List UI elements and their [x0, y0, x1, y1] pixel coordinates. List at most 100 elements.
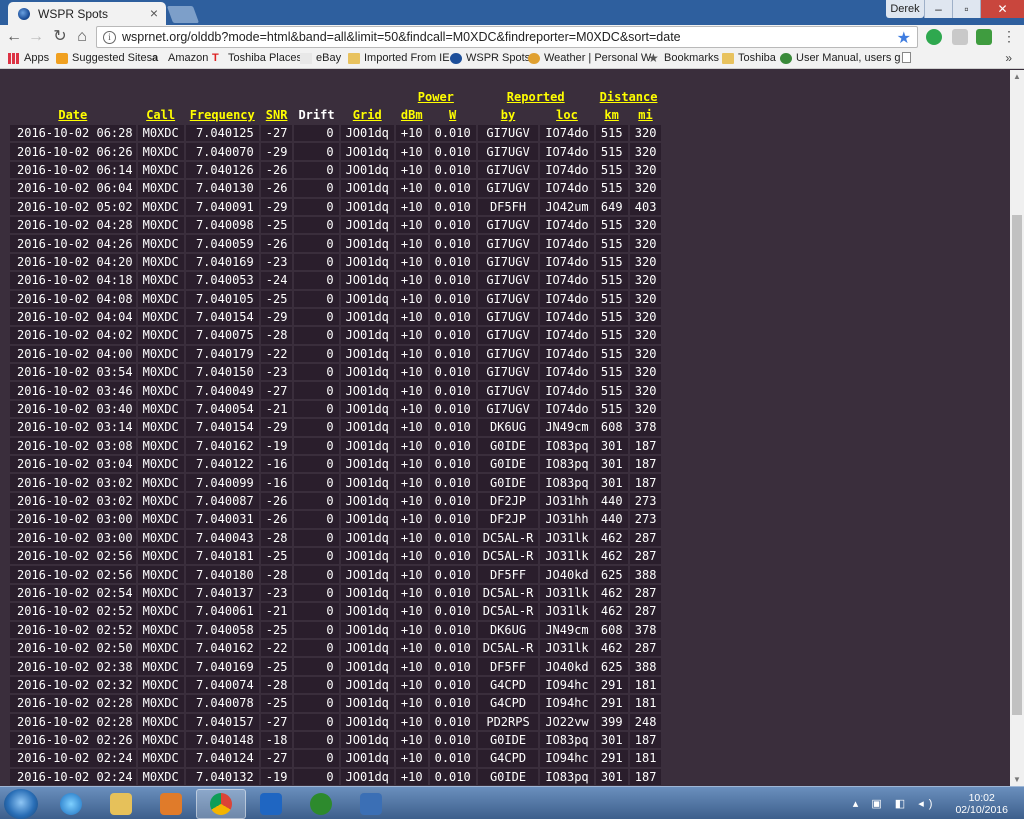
w-cell: 0.010 [429, 768, 476, 786]
taskbar-outlook[interactable] [246, 789, 296, 819]
w-cell: 0.010 [429, 566, 476, 583]
dbm-cell: +10 [395, 731, 428, 749]
profile-button[interactable]: Derek [886, 0, 924, 18]
snr-cell: -28 [260, 529, 293, 546]
tab-wspr-spots[interactable]: WSPR Spots × [8, 2, 166, 25]
reporter-by-column-header[interactable]: by [478, 107, 539, 123]
extension-save-icon[interactable] [976, 29, 992, 45]
page-info-icon[interactable]: i [103, 30, 116, 44]
snr-column-header[interactable]: SNR [261, 107, 293, 123]
taskbar-media-player[interactable] [146, 789, 196, 819]
taskbar-chrome[interactable] [196, 789, 246, 819]
bookmark-folder[interactable]: Imported From IE [348, 52, 450, 64]
extension-refresh-icon[interactable] [926, 29, 942, 45]
date-cell: 2016-10-02 04:20 [10, 253, 136, 271]
km-cell: 515 [595, 235, 628, 252]
km-cell: 301 [595, 456, 628, 473]
reload-icon[interactable]: ↻ [50, 28, 70, 46]
new-tab-button[interactable] [166, 6, 200, 23]
dbm-column-header[interactable]: dBm [396, 107, 428, 123]
url-text[interactable]: wsprnet.org/olddb?mode=html&band=all&lim… [122, 30, 681, 44]
taskbar-eye-app[interactable] [296, 789, 346, 819]
date-column-header[interactable]: Date [10, 107, 136, 123]
mi-cell: 287 [629, 603, 662, 620]
back-arrow-icon[interactable]: ← [4, 28, 24, 46]
call-cell: M0XDC [137, 768, 184, 786]
km-cell: 625 [595, 658, 628, 675]
reported-group-header[interactable]: Reported [478, 89, 594, 105]
bookmark-item[interactable] [902, 52, 915, 63]
grid-cell: JO01dq [340, 547, 394, 565]
frequency-cell: 7.040124 [185, 750, 259, 767]
bookmark-folder[interactable]: Toshiba [722, 52, 776, 64]
home-icon[interactable]: ⌂ [72, 28, 92, 46]
reporter-cell: GI7UGV [477, 143, 539, 160]
bookmark-item[interactable]: ★ Bookmarks [648, 52, 719, 65]
snr-cell: -26 [260, 492, 293, 510]
scroll-down-arrow-icon[interactable]: ▼ [1013, 775, 1021, 784]
bookmark-item[interactable]: a Amazon [152, 52, 208, 64]
bookmark-apps[interactable]: Apps [8, 52, 49, 64]
address-bar[interactable]: i wsprnet.org/olddb?mode=html&band=all&l… [96, 26, 918, 48]
call-cell: M0XDC [137, 639, 184, 657]
forward-arrow-icon[interactable]: → [26, 28, 46, 46]
km-column-header[interactable]: km [596, 107, 628, 123]
call-column-header[interactable]: Call [138, 107, 184, 123]
dbm-cell: +10 [395, 216, 428, 234]
chrome-menu-icon[interactable]: ⋮ [1002, 29, 1016, 43]
reporter-cell: GI7UGV [477, 272, 539, 289]
scroll-up-arrow-icon[interactable]: ▲ [1013, 72, 1021, 81]
vertical-scrollbar[interactable]: ▲ ▼ [1010, 70, 1024, 786]
table-row: 2016-10-02 02:24 M0XDC 7.040132 -19 0 JO01dq +… [10, 768, 662, 786]
bookmark-item[interactable]: Suggested Sites [56, 52, 152, 64]
power-group-header[interactable]: Power [396, 89, 476, 105]
scrollbar-thumb[interactable] [1012, 215, 1022, 715]
bookmark-item[interactable]: WSPR Spots [450, 52, 530, 64]
bookmark-item[interactable]: eBay [300, 52, 341, 64]
grid-cell: JO01dq [340, 492, 394, 510]
dbm-cell: +10 [395, 621, 428, 638]
bookmark-star-icon[interactable]: ★ [897, 28, 911, 48]
reporter-loc-cell: IO74do [540, 253, 594, 271]
reporter-loc-cell: IO74do [540, 345, 594, 363]
taskbar-internet-explorer[interactable] [46, 789, 96, 819]
extension-notifications-icon[interactable] [952, 29, 968, 45]
toshiba-t-icon: T [212, 51, 219, 64]
reporter-cell: PD2RPS [477, 713, 539, 730]
close-window-button[interactable]: ✕ [980, 0, 1024, 18]
grid-cell: JO01dq [340, 750, 394, 767]
bookmarks-overflow-button[interactable]: » [1005, 51, 1012, 65]
call-cell: M0XDC [137, 676, 184, 694]
taskbar-file-explorer[interactable] [96, 789, 146, 819]
mi-column-header[interactable]: mi [630, 107, 662, 123]
w-column-header[interactable]: W [430, 107, 476, 123]
bookmark-item[interactable]: T Toshiba Places [212, 52, 302, 64]
date-cell: 2016-10-02 03:02 [10, 474, 136, 491]
w-cell: 0.010 [429, 492, 476, 510]
maximize-button[interactable]: ▫ [952, 0, 980, 18]
minimize-button[interactable]: – [924, 0, 952, 18]
distance-group-header[interactable]: Distance [596, 89, 662, 105]
drift-cell: 0 [294, 180, 339, 197]
frequency-column-header[interactable]: Frequency [186, 107, 259, 123]
network-computer-icon [360, 793, 382, 815]
close-tab-icon[interactable]: × [150, 5, 158, 21]
grid-column-header[interactable]: Grid [341, 107, 394, 123]
w-cell: 0.010 [429, 161, 476, 179]
bookmark-item[interactable]: User Manual, users g [780, 52, 901, 64]
drift-cell: 0 [294, 492, 339, 510]
bookmark-item[interactable]: Weather | Personal W [528, 52, 651, 64]
mi-cell: 320 [629, 253, 662, 271]
tray-icons[interactable]: ▴ ▣ ◧ ◂) [853, 797, 938, 810]
taskbar-network-app[interactable] [346, 789, 396, 819]
table-row: 2016-10-02 04:02 M0XDC 7.040075 -28 0 JO01dq +… [10, 327, 662, 344]
km-cell: 515 [595, 143, 628, 160]
clock[interactable]: 10:02 02/10/2016 [955, 792, 1008, 816]
reporter-loc-column-header[interactable]: loc [540, 107, 593, 123]
call-cell: M0XDC [137, 216, 184, 234]
w-cell: 0.010 [429, 603, 476, 620]
start-button[interactable] [4, 789, 38, 819]
mi-cell: 287 [629, 529, 662, 546]
reporter-loc-cell: JO40kd [540, 566, 594, 583]
drift-cell: 0 [294, 364, 339, 381]
